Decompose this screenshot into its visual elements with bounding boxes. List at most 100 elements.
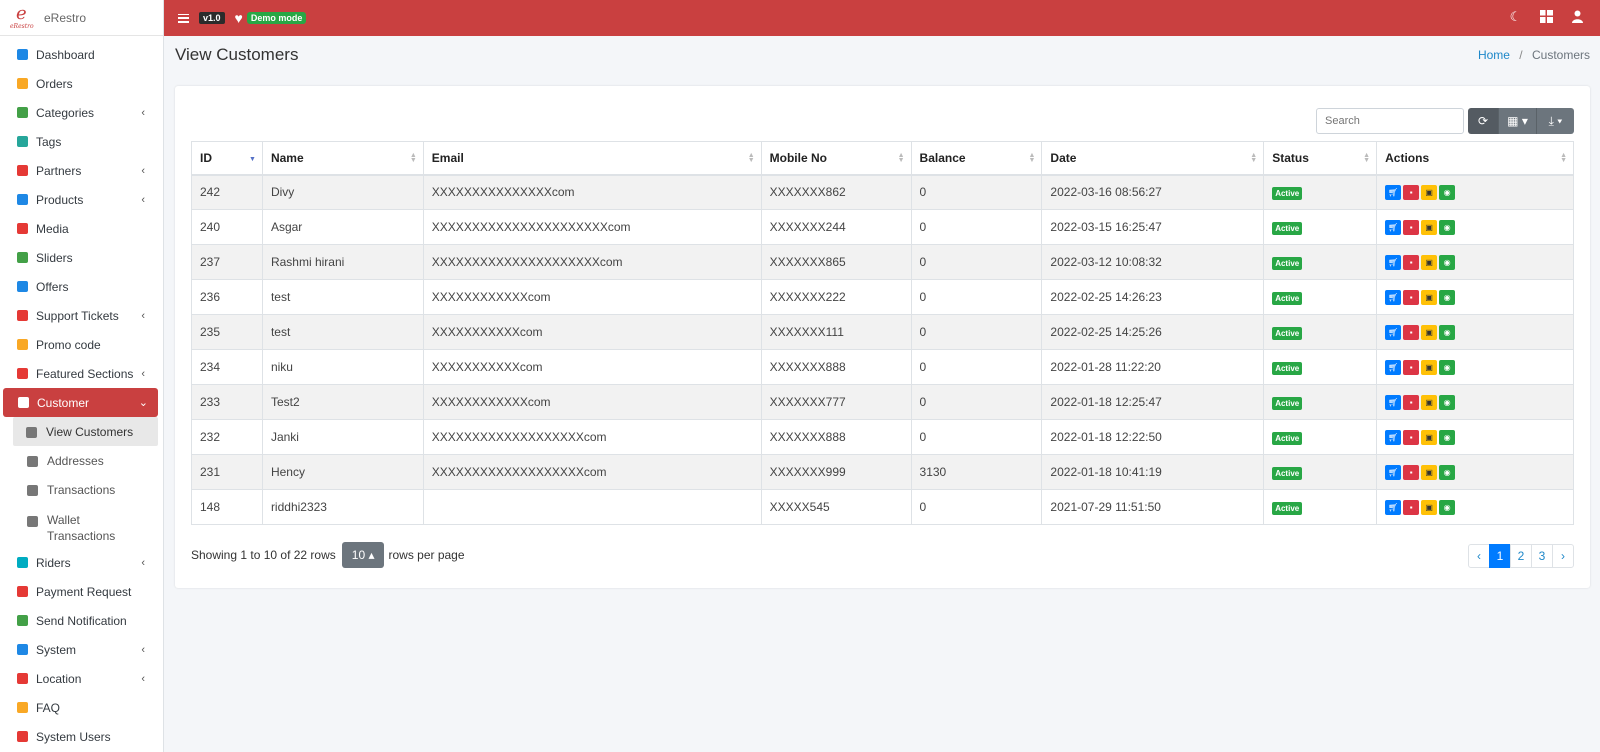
sidebar-item-sliders[interactable]: Sliders [0,243,163,272]
toggle-status-button[interactable]: ◉ [1439,359,1456,375]
address-book-button[interactable]: ▣ [1421,219,1438,235]
address-book-button[interactable]: ▣ [1421,324,1438,340]
sidebar-item-location[interactable]: Location ‹ [0,664,163,693]
brand[interactable]: e eRestro eRestro [0,0,163,36]
toggle-status-button[interactable]: ◉ [1439,184,1456,200]
sidebar-item-faq[interactable]: FAQ [0,693,163,722]
sidebar-item-dashboard[interactable]: Dashboard [0,40,163,69]
sidebar-item-system-users[interactable]: System Users [0,722,163,751]
wallet-button[interactable]: ▪ [1403,394,1420,410]
sidebar-item-categories[interactable]: Categories ‹ [0,98,163,127]
sidebar-item-products[interactable]: Products ‹ [0,185,163,214]
moon-icon[interactable]: ☾ [1509,10,1522,23]
grid-icon[interactable] [1540,10,1553,23]
address-book-button[interactable]: ▣ [1421,429,1438,445]
sidebar-subitem-view-customers[interactable]: View Customers [13,417,158,446]
sidebar-item-send-notification[interactable]: Send Notification [0,606,163,635]
cell-mobile: XXXXXXX865 [760,244,912,280]
wallet-button[interactable]: ▪ [1403,464,1420,480]
menu-toggle-icon[interactable] [178,13,189,23]
toggle-status-button[interactable]: ◉ [1439,254,1456,270]
toggle-status-button[interactable]: ◉ [1439,289,1456,305]
sidebar-item-promo-code[interactable]: Promo code [0,330,163,359]
sidebar-item-offers[interactable]: Offers [0,272,163,301]
sidebar-item-featured-sections[interactable]: Featured Sections ‹ [0,359,163,388]
breadcrumb-home-link[interactable]: Home [1478,48,1510,62]
address-book-button[interactable]: ▣ [1421,394,1438,410]
sidebar-item-orders[interactable]: Orders [0,69,163,98]
media-icon [16,222,29,235]
column-header-balance[interactable]: Balance ▲ ▼ [910,141,1043,176]
address-book-button[interactable]: ▣ [1421,359,1438,375]
view-orders-button[interactable]: 🛒︎ [1385,324,1402,340]
status-badge: Active [1272,187,1303,201]
toggle-status-button[interactable]: ◉ [1439,429,1456,445]
view-orders-button[interactable]: 🛒︎ [1385,394,1402,410]
sidebar-item-riders[interactable]: Riders ‹ [0,548,163,577]
sidebar-subitem-wallet-transactions[interactable]: Wallet Transactions [0,504,163,548]
page-size-dropdown[interactable]: 10 ▴ [341,542,385,568]
sidebar-subitem-addresses[interactable]: Addresses [0,446,163,475]
address-book-button[interactable]: ▣ [1421,289,1438,305]
cell-name: niku [261,349,424,385]
view-orders-button[interactable]: 🛒︎ [1385,289,1402,305]
chevron-left-icon: ‹ [141,643,145,656]
pagination-next[interactable]: › [1552,544,1574,568]
view-orders-button[interactable]: 🛒︎ [1385,184,1402,200]
address-book-button[interactable]: ▣ [1421,464,1438,480]
pagination-page-2[interactable]: 2 [1510,544,1532,568]
search-input[interactable] [1316,108,1464,134]
sidebar-item-customer[interactable]: Customer ⌄ [3,388,158,417]
pagination-page-3[interactable]: 3 [1531,544,1553,568]
toggle-status-button[interactable]: ◉ [1439,394,1456,410]
column-header-date[interactable]: Date ▲ ▼ [1041,141,1265,176]
toggle-status-button[interactable]: ◉ [1439,324,1456,340]
sidebar-subitem-transactions[interactable]: Transactions [0,475,163,504]
address-book-button[interactable]: ▣ [1421,499,1438,515]
sidebar-item-partners[interactable]: Partners ‹ [0,156,163,185]
wallet-button[interactable]: ▪ [1403,219,1420,235]
wallet-button[interactable]: ▪ [1403,324,1420,340]
pagination-page-1[interactable]: 1 [1489,544,1511,568]
user-icon[interactable] [1571,10,1584,23]
toggle-status-button[interactable]: ◉ [1439,499,1456,515]
column-header-name[interactable]: Name ▲ ▼ [261,141,424,176]
sidebar-item-tags[interactable]: Tags [0,127,163,156]
column-header-actions[interactable]: Actions ▲ ▼ [1376,141,1574,176]
view-orders-button[interactable]: 🛒︎ [1385,254,1402,270]
cell-id: 237 [191,244,263,280]
columns-button[interactable]: ▦ ▾ [1498,108,1536,134]
view-orders-button[interactable]: 🛒︎ [1385,219,1402,235]
wallet-button[interactable]: ▪ [1403,289,1420,305]
column-header-status[interactable]: Status ▲ ▼ [1263,141,1378,176]
toggle-status-button[interactable]: ◉ [1439,219,1456,235]
wallet-button[interactable]: ▪ [1403,499,1420,515]
cell-mobile: XXXXXXX111 [760,314,912,350]
view-orders-button[interactable]: 🛒︎ [1385,429,1402,445]
wallet-button[interactable]: ▪ [1403,184,1420,200]
sidebar-item-payment-request[interactable]: Payment Request [0,577,163,606]
export-button[interactable]: ⤓ ▾ [1536,108,1574,134]
column-header-email[interactable]: Email ▲ ▼ [422,141,762,176]
wallet-button[interactable]: ▪ [1403,359,1420,375]
address-book-button[interactable]: ▣ [1421,184,1438,200]
cell-actions: 🛒︎ ▪ ▣ ◉ [1376,209,1574,245]
cell-date: 2022-01-18 10:41:19 [1041,454,1265,490]
view-orders-button[interactable]: 🛒︎ [1385,499,1402,515]
dashboard-icon [16,48,29,61]
view-orders-button[interactable]: 🛒︎ [1385,464,1402,480]
sidebar-item-media[interactable]: Media [0,214,163,243]
column-header-id[interactable]: ID ▼ [191,141,263,176]
cell-balance: 0 [910,314,1043,350]
wallet-button[interactable]: ▪ [1403,254,1420,270]
sidebar-item-system[interactable]: System ‹ [0,635,163,664]
wallet-button[interactable]: ▪ [1403,429,1420,445]
view-orders-button[interactable]: 🛒︎ [1385,359,1402,375]
cell-date: 2022-01-28 11:22:20 [1041,349,1265,385]
address-book-button[interactable]: ▣ [1421,254,1438,270]
column-header-mobile-no[interactable]: Mobile No ▲ ▼ [760,141,912,176]
toggle-status-button[interactable]: ◉ [1439,464,1456,480]
refresh-button[interactable]: ⟳ [1468,108,1498,134]
sidebar-item-support-tickets[interactable]: Support Tickets ‹ [0,301,163,330]
pagination-prev[interactable]: ‹ [1468,544,1490,568]
